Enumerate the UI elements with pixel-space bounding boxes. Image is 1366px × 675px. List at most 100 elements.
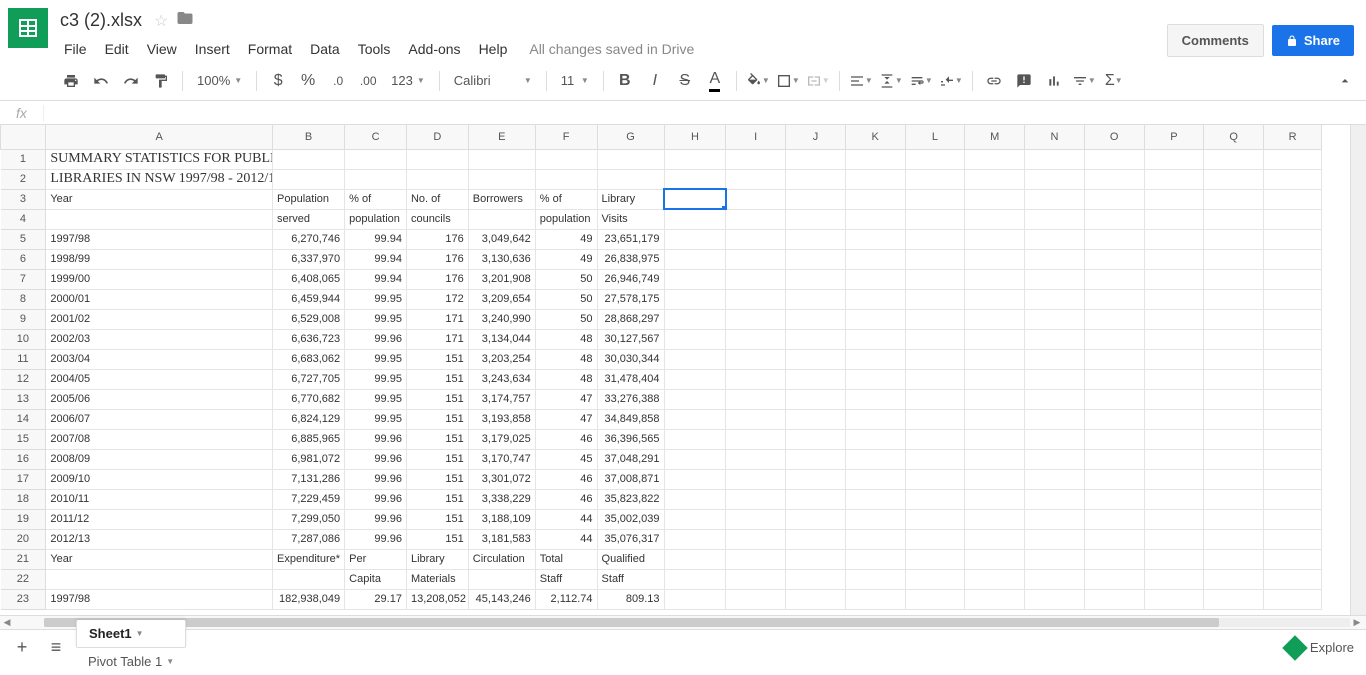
cell-N12[interactable] [1025, 369, 1085, 389]
cell-B5[interactable]: 6,270,746 [273, 229, 345, 249]
cell-N20[interactable] [1025, 529, 1085, 549]
cell-P19[interactable] [1144, 509, 1204, 529]
cell-J14[interactable] [786, 409, 846, 429]
cell-N3[interactable] [1025, 189, 1085, 209]
menu-file[interactable]: File [56, 37, 95, 61]
cell-R5[interactable] [1264, 229, 1322, 249]
cell-A19[interactable]: 2011/12 [46, 509, 273, 529]
more-formats-dropdown[interactable]: 123▼ [385, 69, 431, 92]
cell-A4[interactable] [46, 209, 273, 229]
cell-I10[interactable] [726, 329, 786, 349]
cell-H23[interactable] [664, 589, 726, 609]
percent-icon[interactable]: % [295, 68, 321, 94]
cell-K10[interactable] [845, 329, 905, 349]
cell-Q13[interactable] [1204, 389, 1264, 409]
cell-N11[interactable] [1025, 349, 1085, 369]
cell-P15[interactable] [1144, 429, 1204, 449]
cell-J6[interactable] [786, 249, 846, 269]
cell-E19[interactable]: 3,188,109 [468, 509, 535, 529]
cell-D21[interactable]: Library [406, 549, 468, 569]
cell-R8[interactable] [1264, 289, 1322, 309]
cell-P2[interactable] [1144, 169, 1204, 189]
cell-N18[interactable] [1025, 489, 1085, 509]
cell-O7[interactable] [1084, 269, 1144, 289]
cell-H21[interactable] [664, 549, 726, 569]
cell-M22[interactable] [965, 569, 1025, 589]
cell-E1[interactable] [468, 149, 535, 169]
cell-J19[interactable] [786, 509, 846, 529]
cell-J9[interactable] [786, 309, 846, 329]
cell-P23[interactable] [1144, 589, 1204, 609]
cell-R17[interactable] [1264, 469, 1322, 489]
cell-K9[interactable] [845, 309, 905, 329]
row-header-15[interactable]: 15 [1, 429, 46, 449]
cell-L23[interactable] [905, 589, 965, 609]
cell-B2[interactable] [273, 169, 345, 189]
row-header-2[interactable]: 2 [1, 169, 46, 189]
cell-Q1[interactable] [1204, 149, 1264, 169]
cell-N17[interactable] [1025, 469, 1085, 489]
cell-C4[interactable]: population [345, 209, 407, 229]
cell-R23[interactable] [1264, 589, 1322, 609]
cell-G16[interactable]: 37,048,291 [597, 449, 664, 469]
cell-D5[interactable]: 176 [406, 229, 468, 249]
cell-E22[interactable] [468, 569, 535, 589]
cell-L19[interactable] [905, 509, 965, 529]
cell-J5[interactable] [786, 229, 846, 249]
cell-R13[interactable] [1264, 389, 1322, 409]
cell-I9[interactable] [726, 309, 786, 329]
cell-J12[interactable] [786, 369, 846, 389]
bold-icon[interactable]: B [612, 68, 638, 94]
row-header-21[interactable]: 21 [1, 549, 46, 569]
cell-D17[interactable]: 151 [406, 469, 468, 489]
cell-A21[interactable]: Year [46, 549, 273, 569]
cell-A6[interactable]: 1998/99 [46, 249, 273, 269]
cell-R11[interactable] [1264, 349, 1322, 369]
cell-J1[interactable] [786, 149, 846, 169]
cell-A13[interactable]: 2005/06 [46, 389, 273, 409]
cell-J11[interactable] [786, 349, 846, 369]
cell-M7[interactable] [965, 269, 1025, 289]
cell-F23[interactable]: 2,112.74 [535, 589, 597, 609]
cell-E8[interactable]: 3,209,654 [468, 289, 535, 309]
valign-icon[interactable]: ▼ [878, 68, 904, 94]
rotate-icon[interactable]: ▼ [938, 68, 964, 94]
cell-M17[interactable] [965, 469, 1025, 489]
cell-M2[interactable] [965, 169, 1025, 189]
cell-Q4[interactable] [1204, 209, 1264, 229]
cell-F14[interactable]: 47 [535, 409, 597, 429]
cell-F12[interactable]: 48 [535, 369, 597, 389]
fontsize-dropdown[interactable]: 11▼ [555, 69, 595, 92]
cell-H9[interactable] [664, 309, 726, 329]
cell-O10[interactable] [1084, 329, 1144, 349]
cell-C7[interactable]: 99.94 [345, 269, 407, 289]
cell-A3[interactable]: Year [46, 189, 273, 209]
cell-D4[interactable]: councils [406, 209, 468, 229]
cell-L14[interactable] [905, 409, 965, 429]
row-header-20[interactable]: 20 [1, 529, 46, 549]
merge-icon[interactable]: ▼ [805, 68, 831, 94]
cell-B14[interactable]: 6,824,129 [273, 409, 345, 429]
cell-J23[interactable] [786, 589, 846, 609]
menu-addons[interactable]: Add-ons [400, 37, 468, 61]
cell-R12[interactable] [1264, 369, 1322, 389]
cell-J2[interactable] [786, 169, 846, 189]
cell-I15[interactable] [726, 429, 786, 449]
cell-P9[interactable] [1144, 309, 1204, 329]
col-header-O[interactable]: O [1084, 125, 1144, 149]
cell-J21[interactable] [786, 549, 846, 569]
cell-N7[interactable] [1025, 269, 1085, 289]
cell-P20[interactable] [1144, 529, 1204, 549]
col-header-F[interactable]: F [535, 125, 597, 149]
cell-N2[interactable] [1025, 169, 1085, 189]
cell-F3[interactable]: % of [535, 189, 597, 209]
cell-K5[interactable] [845, 229, 905, 249]
cell-Q9[interactable] [1204, 309, 1264, 329]
cell-F17[interactable]: 46 [535, 469, 597, 489]
menu-edit[interactable]: Edit [97, 37, 137, 61]
cell-G9[interactable]: 28,868,297 [597, 309, 664, 329]
cell-Q3[interactable] [1204, 189, 1264, 209]
cell-J15[interactable] [786, 429, 846, 449]
cell-M11[interactable] [965, 349, 1025, 369]
cell-L18[interactable] [905, 489, 965, 509]
